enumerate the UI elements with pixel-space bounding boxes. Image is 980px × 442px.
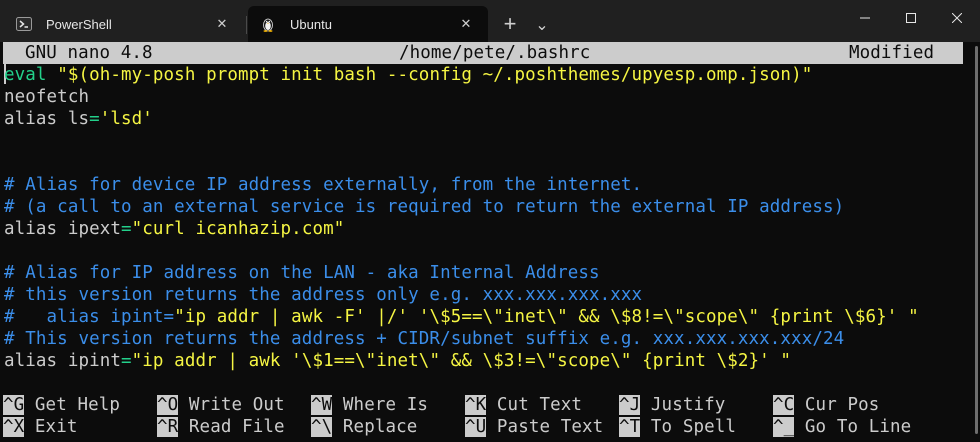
shortcut-label: To Spell [650, 417, 737, 437]
shortcut-key: ^X [3, 417, 25, 437]
minimize-icon [860, 17, 870, 19]
tab-ubuntu[interactable]: Ubuntu ✕ [248, 6, 488, 42]
shortcut-item: ^X Exit [3, 416, 77, 438]
code-token: "$(oh-my-posh prompt init bash --config … [57, 65, 813, 85]
shortcut-item: ^O Write Out [157, 394, 285, 416]
tab-divider [246, 16, 247, 34]
terminal-pane[interactable]: GNU nano 4.8 /home/pete/.bashrc Modified… [0, 42, 980, 442]
close-button[interactable] [934, 0, 980, 36]
code-token: # this version returns the address only … [4, 285, 643, 305]
code-line: alias ipint="ip addr | awk '\$1==\"inet\… [4, 350, 791, 372]
code-token: alias ipint [4, 351, 121, 371]
close-icon [952, 13, 962, 23]
shortcut-key: ^W [311, 395, 333, 415]
linux-penguin-icon [260, 16, 276, 32]
shortcut-item: ^T To Spell [619, 416, 736, 438]
nano-title-bar: GNU nano 4.8 /home/pete/.bashrc Modified [3, 42, 963, 64]
code-token: "curl icanhazip.com" [131, 219, 345, 239]
scrollbar-thumb[interactable] [975, 46, 978, 434]
code-token: # Alias for IP address on the LAN - aka … [4, 263, 600, 283]
shortcut-label: Paste Text [496, 417, 604, 437]
tab-dropdown-button[interactable]: ⌄ [526, 6, 558, 42]
title-bar: PowerShell ✕ Ubuntu ✕ + ⌄ [0, 0, 980, 42]
code-line: # (a call to an external service is requ… [4, 196, 844, 218]
shortcut-label: Go To Line [804, 417, 912, 437]
code-line: # Alias for device IP address externally… [4, 174, 642, 196]
window-controls [842, 0, 980, 36]
shortcut-item: ^J Justify [619, 394, 725, 416]
chevron-down-icon: ⌄ [535, 14, 549, 34]
code-token: # This version returns the address + CID… [4, 329, 845, 349]
tab-close-icon[interactable]: ✕ [456, 14, 476, 34]
shortcut-item: ^U Paste Text [465, 416, 603, 438]
shortcut-key: ^_ [773, 417, 795, 437]
shortcut-label: Cut Text [496, 395, 583, 415]
code-token: # alias ipint= [4, 307, 175, 327]
nano-version: GNU nano 4.8 [25, 43, 153, 63]
shortcut-key: ^\ [311, 417, 333, 437]
shortcut-item: ^R Read File [157, 416, 285, 438]
shortcut-item: ^C Cur Pos [773, 394, 879, 416]
tab-close-icon[interactable]: ✕ [212, 14, 232, 34]
code-line: neofetch [4, 86, 89, 108]
shortcut-item: ^G Get Help [3, 394, 120, 416]
new-tab-button[interactable]: + [494, 6, 526, 42]
shortcut-key: ^U [465, 417, 487, 437]
shortcut-key: ^K [465, 395, 487, 415]
code-token: alias ls [4, 109, 90, 129]
code-line: alias ls='lsd' [4, 108, 153, 130]
code-token: 'lsd' [99, 109, 153, 129]
modified-status: Modified [849, 43, 935, 63]
code-line: # This version returns the address + CID… [4, 328, 844, 350]
minimize-button[interactable] [842, 0, 888, 36]
code-token: = [121, 351, 132, 371]
shortcut-label: Exit [34, 417, 78, 437]
code-token: # Alias for device IP address externally… [4, 175, 643, 195]
code-token: neofetch [4, 87, 90, 107]
plus-icon: + [503, 11, 517, 36]
tab-label: Ubuntu [290, 16, 332, 32]
tab-powershell[interactable]: PowerShell ✕ [4, 6, 247, 42]
maximize-icon [906, 13, 916, 23]
tab-label: PowerShell [46, 16, 112, 32]
shortcut-item: ^W Where Is [311, 394, 428, 416]
code-token: = [121, 219, 132, 239]
code-line: eval "$(oh-my-posh prompt init bash --co… [4, 64, 812, 86]
code-token: # (a call to an external service is requ… [4, 197, 845, 217]
shortcut-label: Cur Pos [804, 395, 880, 415]
file-name: /home/pete/.bashrc [399, 43, 591, 63]
code-line: alias ipext="curl icanhazip.com" [4, 218, 344, 240]
code-line: # this version returns the address only … [4, 284, 642, 306]
shortcut-label: Where Is [342, 395, 429, 415]
powershell-icon [16, 16, 32, 32]
shortcut-label: Replace [342, 417, 418, 437]
shortcut-key: ^R [157, 417, 179, 437]
shortcut-label: Read File [188, 417, 285, 437]
shortcut-label: Get Help [34, 395, 121, 415]
shortcut-item: ^K Cut Text [465, 394, 582, 416]
code-token: "ip addr | awk '\$1==\"inet\" && \$3!=\"… [131, 351, 792, 371]
code-token: alias ipext [4, 219, 121, 239]
code-line: # Alias for IP address on the LAN - aka … [4, 262, 600, 284]
shortcut-item: ^_ Go To Line [773, 416, 911, 438]
code-token: "ip addr | awk -F' |/' '\$5==\"inet\" &&… [174, 307, 919, 327]
shortcut-key: ^C [773, 395, 795, 415]
shortcut-item: ^\ Replace [311, 416, 417, 438]
code-token: eval [4, 65, 47, 85]
shortcut-key: ^T [619, 417, 641, 437]
shortcut-key: ^O [157, 395, 179, 415]
shortcut-key: ^J [619, 395, 641, 415]
scrollbar[interactable] [968, 42, 980, 442]
code-token: = [89, 109, 100, 129]
shortcut-label: Write Out [188, 395, 285, 415]
shortcut-label: Justify [650, 395, 726, 415]
maximize-button[interactable] [888, 0, 934, 36]
code-line: # alias ipint="ip addr | awk -F' |/' '\$… [4, 306, 919, 328]
shortcut-key: ^G [3, 395, 25, 415]
